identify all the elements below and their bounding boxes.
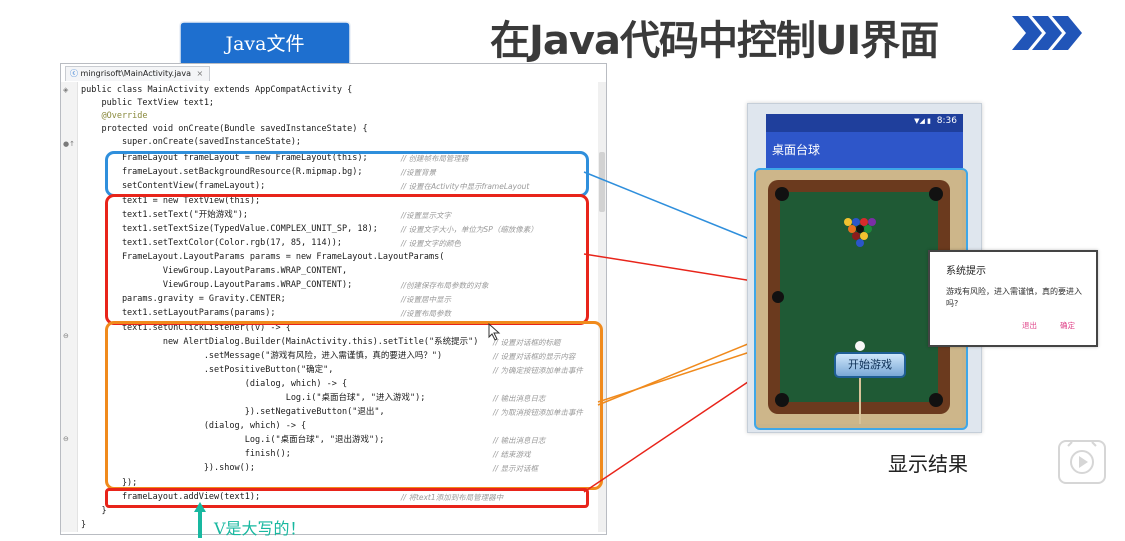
play-icon [1067, 441, 1097, 474]
dialog-title: 系统提示 [946, 266, 986, 277]
arrow-up-icon [194, 502, 206, 538]
signal-battery-icon: ▼◢ ▮ [914, 117, 931, 125]
app-bar: 桌面台球 [766, 132, 963, 168]
alert-dialog: 系统提示 游戏有风险，进入需谨慎，真的要进入吗? 退出 确定 [928, 250, 1098, 347]
exit-button[interactable]: 退出 [1022, 320, 1037, 331]
video-player-button[interactable] [1058, 440, 1106, 484]
status-time: 8:36 [936, 116, 957, 126]
uppercase-v-note: V是大写的！ [214, 519, 306, 538]
app-title: 桌面台球 [772, 143, 821, 157]
status-bar: ▼◢ ▮ 8:36 [766, 114, 963, 132]
dialog-message: 游戏有风险，进入需谨慎，真的要进入吗? [946, 287, 1082, 308]
confirm-button[interactable]: 确定 [1060, 320, 1075, 331]
start-game-button[interactable]: 开始游戏 [834, 352, 906, 378]
result-label: 显示结果 [888, 452, 968, 476]
